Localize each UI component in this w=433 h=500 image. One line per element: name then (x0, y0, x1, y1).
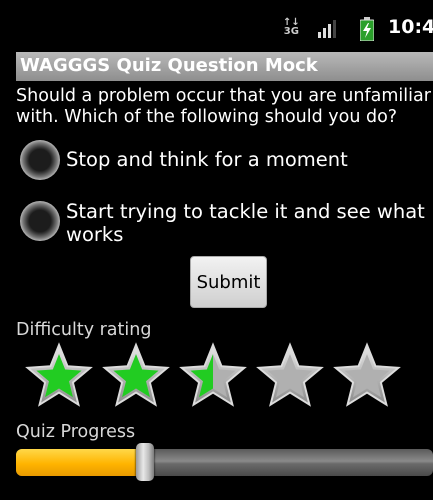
difficulty-label: Difficulty rating (16, 320, 152, 340)
radio-button-option-1[interactable] (20, 140, 60, 180)
network-3g-icon: ↑↓ 3G (283, 18, 300, 37)
submit-button[interactable]: Submit (190, 256, 267, 308)
answer-option-1[interactable]: Stop and think for a moment (20, 138, 420, 182)
app-title-bar: WAGGGS Quiz Question Mock (16, 52, 433, 81)
question-text: Should a problem occur that you are unfa… (16, 86, 431, 127)
status-time: 10:43 (388, 16, 433, 38)
rating-star-2-icon[interactable] (99, 342, 173, 412)
quiz-progress-track[interactable] (16, 449, 433, 476)
rating-star-4-icon[interactable] (253, 342, 327, 412)
rating-star-5-icon[interactable] (330, 342, 404, 412)
rating-star-3-icon[interactable] (176, 342, 250, 412)
network-type: 3G (283, 26, 299, 37)
quiz-progress-thumb[interactable] (136, 443, 155, 481)
difficulty-rating-bar[interactable] (22, 342, 402, 412)
battery-charging-icon (360, 17, 374, 41)
answer-option-2[interactable]: Start trying to tackle it and see what w… (20, 199, 425, 247)
radio-button-option-2[interactable] (20, 201, 60, 241)
option-2-label[interactable]: Start trying to tackle it and see what w… (66, 200, 426, 246)
quiz-progress-fill (16, 449, 146, 476)
rating-star-1-icon[interactable] (22, 342, 96, 412)
option-1-label[interactable]: Stop and think for a moment (66, 148, 426, 171)
quiz-screen: ↑↓ 3G 10:43 WAGGGS Quiz Question Mock Sh… (0, 0, 433, 500)
progress-label: Quiz Progress (16, 422, 136, 442)
app-title: WAGGGS Quiz Question Mock (20, 55, 318, 76)
status-bar: ↑↓ 3G 10:43 (0, 0, 433, 48)
signal-bars-icon (318, 20, 336, 38)
